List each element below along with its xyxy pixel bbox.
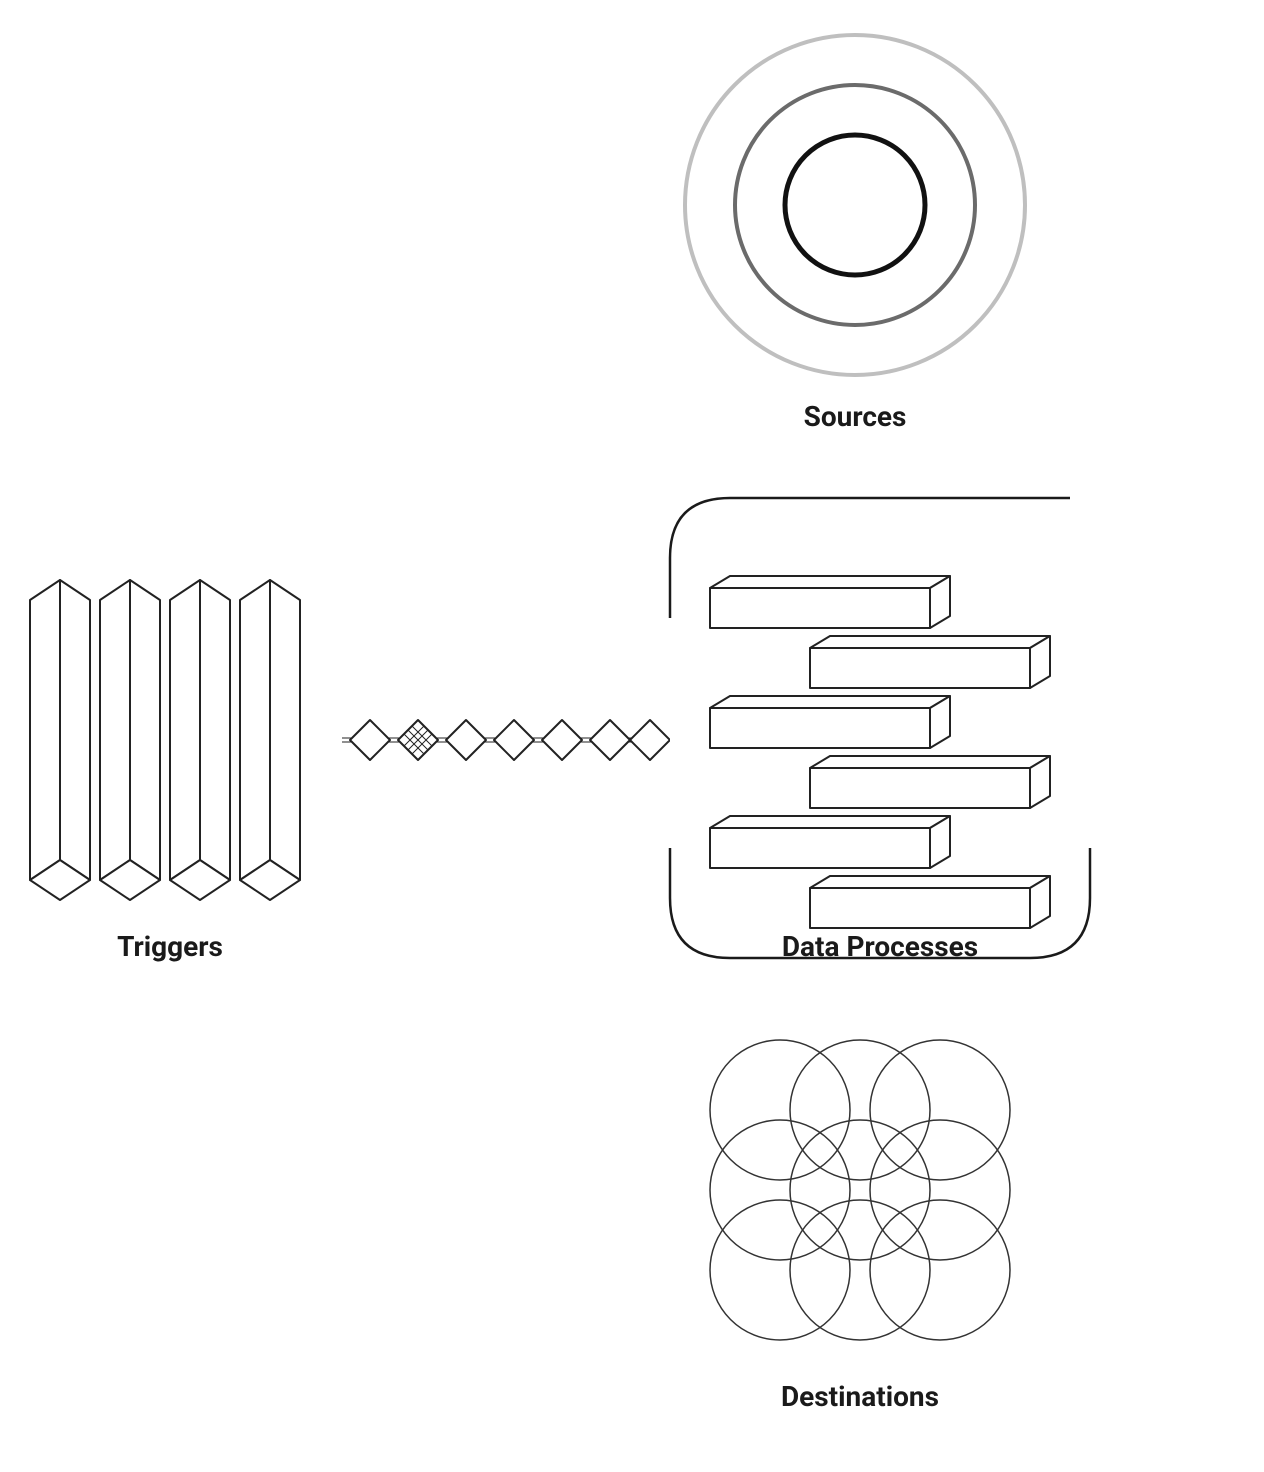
- overlapping-circles-grid-icon: [680, 1010, 1040, 1370]
- architecture-diagram: Sources Triggers: [0, 0, 1264, 1472]
- sources-label: Sources: [665, 400, 1045, 433]
- vertical-slabs-icon: [20, 560, 320, 920]
- concentric-circles-icon: [665, 15, 1045, 395]
- triggers-label: Triggers: [20, 930, 320, 963]
- destinations-label: Destinations: [680, 1380, 1040, 1413]
- stacked-bars-icon: [710, 576, 1050, 928]
- data-processes-label: Data Processes: [630, 930, 1130, 963]
- diamond-chain-icon: [330, 700, 670, 780]
- data-processes-loop-icon: [630, 468, 1130, 988]
